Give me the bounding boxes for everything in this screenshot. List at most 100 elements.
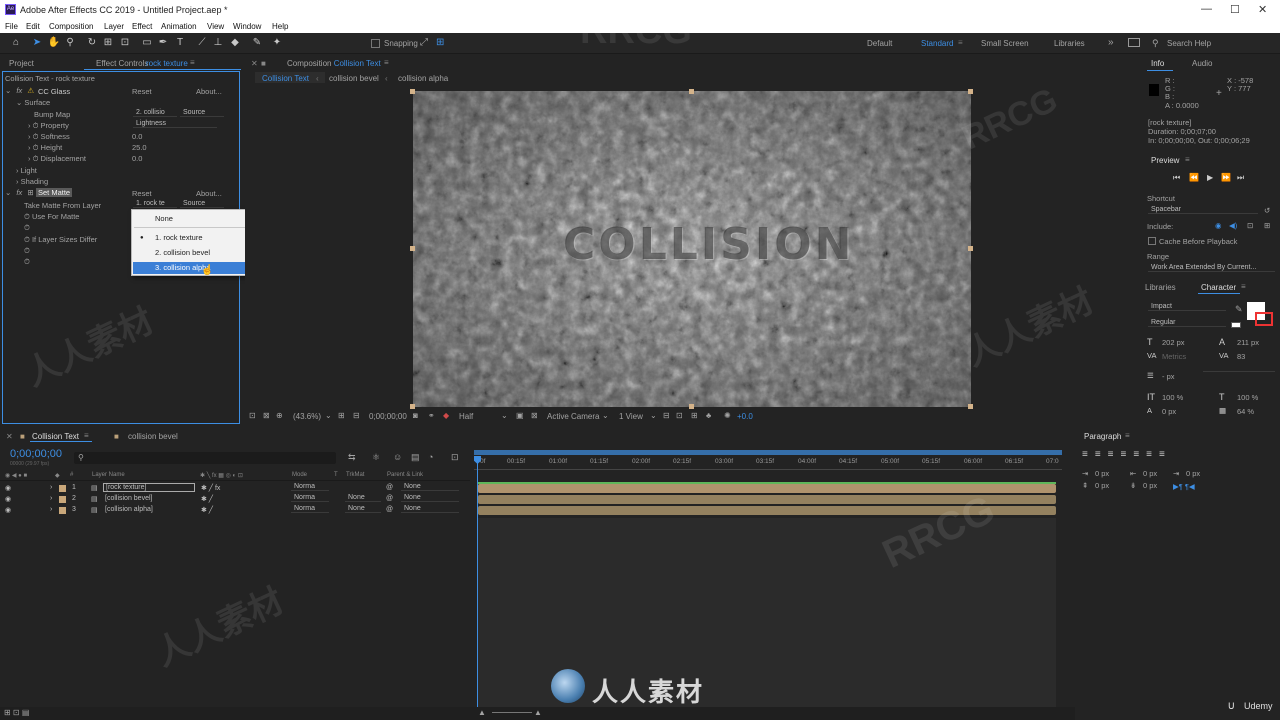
roto-brush-tool-icon[interactable]: ✎ [250,36,264,50]
tab-project[interactable]: Project [9,59,34,68]
grid-icon[interactable]: ⊟ [353,411,360,420]
workspace-default[interactable]: Default [867,39,892,48]
baseline-shift-value[interactable]: 0 px [1162,407,1176,416]
default-colors-icon[interactable] [1231,322,1241,328]
pick-whip-icon[interactable]: @ [386,495,393,502]
panel-menu-icon[interactable]: ≡ [1185,155,1190,164]
maximize-icon[interactable]: ☐ [1230,3,1240,16]
vr-icon[interactable]: ⊠ [263,411,270,420]
overlay-include-icon[interactable]: ⊡ [1247,221,1253,230]
next-frame-icon[interactable]: ⏩ [1221,173,1231,182]
tab-info[interactable]: Info [1151,59,1164,68]
indent-right-value[interactable]: 0 px [1143,469,1157,478]
layer-bar[interactable] [478,506,1056,515]
time-ruler[interactable]: 0f 00:15f 01:00f 01:15f 02:00f 02:15f 03… [474,456,1062,470]
exposure-value[interactable]: +0.0 [737,412,753,421]
layer-name[interactable]: [collision alpha] [105,506,153,513]
fx-icon[interactable]: fx [16,188,22,197]
lock-icon[interactable]: ■ [261,59,266,68]
rectangle-tool-icon[interactable]: ▭ [140,36,154,50]
visibility-icon[interactable]: ◉ [5,506,11,514]
displacement-value[interactable]: 0.0 [132,154,142,163]
layer-handle[interactable] [968,246,973,251]
workspace-libraries[interactable]: Libraries [1054,39,1085,48]
expand-icon[interactable]: › [50,495,52,502]
view-layout-select[interactable]: 1 View [619,412,643,421]
menu-file[interactable]: File [5,22,18,31]
current-time-display[interactable]: 0;00;00;00 [369,412,407,421]
layer-bar[interactable] [478,495,1056,504]
layer-handle[interactable] [410,89,415,94]
align-buttons[interactable]: ≡≡≡≡≡≡≡ [1082,449,1172,460]
comp-mini-flowchart-icon[interactable]: ⇆ [348,452,356,463]
zoom-tool-icon[interactable]: ⚲ [63,36,77,50]
workspace-small-screen[interactable]: Small Screen [981,39,1029,48]
fx-icon[interactable]: fx [16,86,22,95]
set-matte-reset[interactable]: Reset [132,189,152,198]
indent-first-value[interactable]: 0 px [1186,469,1200,478]
transparency-grid-icon[interactable]: ⊠ [531,411,538,420]
home-icon[interactable]: ⌂ [9,36,23,50]
tab-collision-text[interactable]: Collision Text [30,428,92,442]
text-direction-icon[interactable]: ▶¶ ¶◀ [1173,482,1195,491]
graph-editor-icon[interactable]: ⊡ [451,452,459,463]
range-select[interactable]: Work Area Extended By Current... [1148,264,1275,272]
last-frame-icon[interactable]: ⏭ [1237,173,1244,183]
clone-stamp-tool-icon[interactable]: ⊥ [211,36,225,50]
shading-group[interactable]: › Shading [16,177,48,186]
hand-tool-icon[interactable]: ✋ [47,36,61,50]
vertical-scale-value[interactable]: 100 % [1162,393,1183,402]
video-include-icon[interactable]: ◉ [1215,221,1222,230]
eyedropper-icon[interactable]: ✎ [1235,304,1243,315]
puppet-tool-icon[interactable]: ✦ [270,36,284,50]
close-icon[interactable]: ✕ [1258,3,1267,16]
stopwatch-icon[interactable]: ⏱ [33,143,41,152]
bump-map-source-select[interactable]: Source [180,109,224,117]
expand-icon[interactable]: ⌄ [5,188,11,197]
more-workspaces-icon[interactable]: » [1108,37,1114,48]
space-before-value[interactable]: 0 px [1095,481,1109,490]
play-icon[interactable]: ▶ [1207,173,1213,182]
shy-layers-icon[interactable]: ☺ [393,452,402,462]
indent-left-value[interactable]: 0 px [1095,469,1109,478]
pan-behind-tool-icon[interactable]: ⊡ [118,36,132,50]
stroke-color-swatch[interactable] [1255,312,1273,326]
selection-tool-icon[interactable]: ➤ [30,36,44,50]
pick-whip-icon[interactable]: @ [386,506,393,513]
work-area-bar[interactable] [474,450,1062,455]
chevron-down-icon[interactable]: ⌄ [501,411,508,420]
stopwatch-icon[interactable]: ⏱ [24,212,32,221]
breadcrumb-collision-text[interactable]: Collision Text [262,74,309,83]
take-matte-select[interactable]: 1. rock te [133,200,177,208]
color-channel-icon[interactable]: ◆ [443,411,449,420]
pen-tool-icon[interactable]: ✒ [156,36,170,50]
workspace-menu-icon[interactable]: ≡ [958,38,963,47]
dropdown-option-none[interactable]: None [133,213,248,225]
surface-group[interactable]: ⌄ Surface [16,98,50,107]
reset-icon[interactable]: ↺ [1264,206,1270,215]
panel-menu-icon[interactable]: ≡ [384,58,389,67]
layer-switches-icon[interactable]: ✱ ╱ [201,495,213,503]
trkmat-select[interactable]: None [345,505,381,513]
expand-icon[interactable]: ⌄ [5,86,11,95]
stopwatch-icon[interactable]: ⏱ [33,121,41,130]
layer-mode-select[interactable]: Norma [291,494,329,502]
show-snapshot-icon[interactable]: ⚭ [428,411,435,420]
stroke-style-select[interactable] [1203,371,1275,372]
collision-text-layer[interactable]: COLLISION [563,219,851,270]
workspace-standard[interactable]: Standard [921,39,953,48]
toggle-pixel-icon[interactable]: ⊟ [663,411,670,420]
cc-glass-about[interactable]: About... [196,87,222,96]
tsume-value[interactable]: 64 % [1237,407,1254,416]
menu-window[interactable]: Window [233,22,261,31]
tab-collision-bevel[interactable]: collision bevel [128,432,178,441]
snapshot-icon[interactable]: ◙ [413,411,418,420]
softness-value[interactable]: 0.0 [132,132,142,141]
layer-row[interactable]: ◉ › 3 ▤ [collision alpha] ✱ ╱ Norma None… [0,505,470,516]
layer-handle[interactable] [410,246,415,251]
type-tool-icon[interactable]: T [173,36,187,50]
take-matte-source-select[interactable]: Source [180,200,224,208]
font-style-select[interactable]: Regular [1148,319,1226,327]
camera-select[interactable]: Active Camera [547,412,599,421]
layer-mode-select[interactable]: Norma [291,505,329,513]
